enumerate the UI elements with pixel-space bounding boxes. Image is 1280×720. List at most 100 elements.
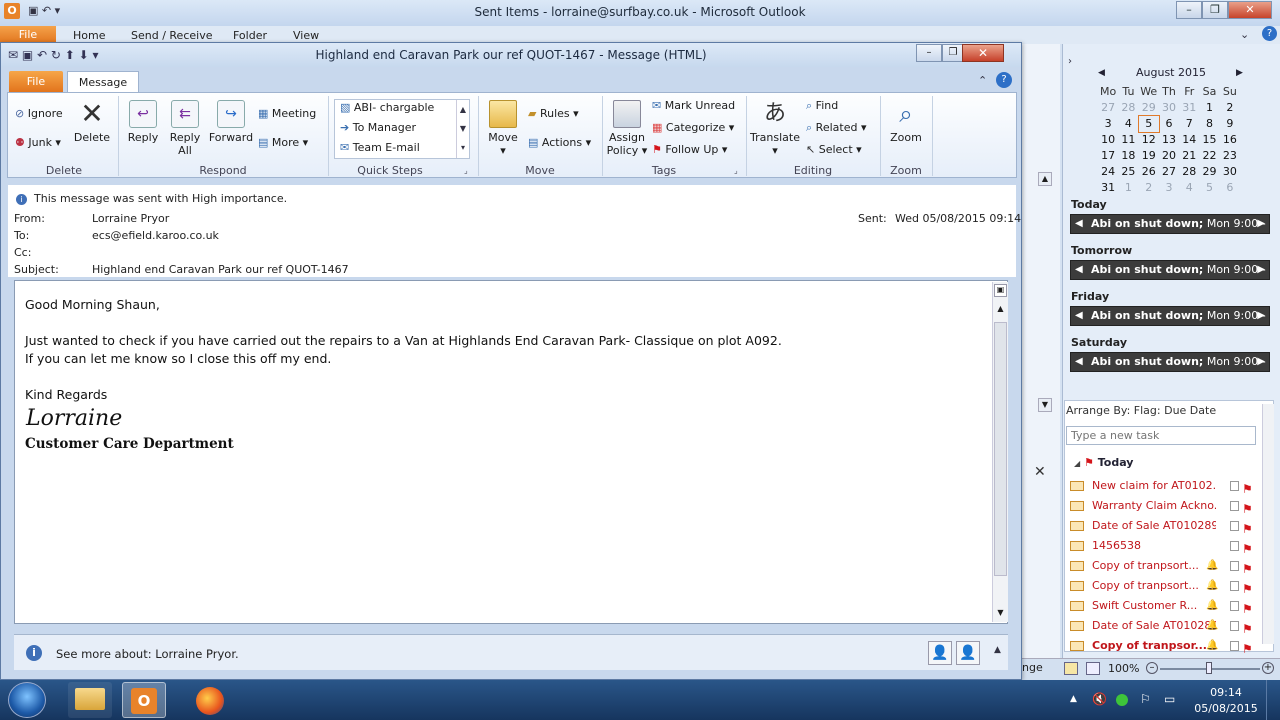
quick-step-team-email[interactable]: ✉ Team E-mail [340,141,420,154]
normal-view-icon[interactable] [1064,662,1078,675]
tab-folder[interactable]: Folder [233,29,267,42]
close-x-icon[interactable]: ✕ [1034,464,1046,480]
calendar-day[interactable]: 1 [1199,100,1219,116]
scroll-up-icon[interactable]: ▲ [994,304,1007,317]
related-button[interactable]: ⌕ Related ▾ [806,121,866,135]
task-category-box[interactable] [1230,641,1239,651]
dialog-launcher-icon[interactable]: ⌟ [734,166,738,175]
outlook-taskbar-icon[interactable]: O [122,682,166,718]
calendar-day[interactable]: 23 [1220,148,1240,164]
calendar-day[interactable]: 11 [1118,132,1138,148]
reply-all-button[interactable]: ⇇ Reply All [166,100,204,157]
task-item[interactable]: New claim for AT0102... ⚑ [1068,476,1258,496]
calendar-day[interactable]: 3 [1098,116,1118,132]
meeting-button[interactable]: ▦ Meeting [258,107,316,120]
calendar-day[interactable]: 6 [1159,116,1179,132]
actions-button[interactable]: ▤ Actions ▾ [528,136,591,149]
task-category-box[interactable] [1230,621,1239,631]
flag-icon[interactable]: ⚑ [1242,639,1253,659]
select-button[interactable]: ↖ Select ▾ [806,143,862,156]
calendar-day[interactable]: 24 [1098,164,1118,180]
dialog-launcher-icon[interactable]: ⌟ [464,166,468,175]
calendar-day[interactable]: 15 [1199,132,1219,148]
calendar-day[interactable]: 25 [1118,164,1138,180]
minimize-ribbon-icon[interactable]: ⌃ [978,74,987,87]
calendar-day[interactable]: 30 [1159,100,1179,116]
task-item[interactable]: Copy of tranpsort... 🔔 ⚑ [1068,556,1258,576]
calendar-day[interactable]: 27 [1098,100,1118,116]
task-item[interactable]: Warranty Claim Ackno... ⚑ [1068,496,1258,516]
calendar-day[interactable]: 2 [1220,100,1240,116]
calendar-day[interactable]: 26 [1139,164,1159,180]
scroll-down-icon[interactable]: ▼ [1038,398,1052,412]
see-more-about-link[interactable]: See more about: Lorraine Pryor. [56,647,239,661]
tab-send-receive[interactable]: Send / Receive [131,29,212,42]
message-options-icon[interactable]: ▣ [994,284,1007,297]
arrange-by-header[interactable]: Arrange By: Flag: Due Date [1066,404,1256,417]
junk-button[interactable]: ⚉ Junk ▾ [15,136,61,149]
task-category-box[interactable] [1230,561,1239,571]
move-button[interactable]: Move ▾ [484,100,522,157]
importance-info-bar[interactable]: i This message was sent with High import… [16,192,287,205]
clock-time[interactable]: 09:14 [1196,686,1256,699]
show-hidden-icons[interactable]: ▲ [1070,694,1077,704]
calendar-day[interactable]: 28 [1179,164,1199,180]
calendar-day[interactable]: 5 [1137,115,1160,133]
quick-step-abi-chargable[interactable]: ▧ ABI- chargable [340,101,434,114]
task-item[interactable]: Copy of tranpsort... 🔔 ⚑ [1068,576,1258,596]
start-button[interactable] [8,682,46,718]
appointment-tomorrow[interactable]: ◀ Abi on shut down; Mon 9:00 - ▶ [1070,260,1270,280]
follow-up-button[interactable]: ⚑ Follow Up ▾ [652,143,727,156]
msg-tab-file[interactable]: File [9,71,63,92]
calendar-day[interactable]: 16 [1220,132,1240,148]
calendar-day[interactable]: 30 [1220,164,1240,180]
reply-button[interactable]: ↩ Reply [124,100,162,144]
calendar-day[interactable]: 3 [1159,180,1179,196]
calendar-day[interactable]: 27 [1159,164,1179,180]
calendar-day[interactable]: 6 [1220,180,1240,196]
zoom-button[interactable]: ⌕ Zoom [886,100,926,144]
calendar-day[interactable]: 18 [1118,148,1138,164]
person-icon[interactable]: 👤 [928,641,952,665]
appointment-today[interactable]: ◀ Abi on shut down; Mon 9:00 - ▶ [1070,214,1270,234]
task-item[interactable]: Date of Sale AT010289... ⚑ [1068,516,1258,536]
from-value[interactable]: Lorraine Pryor [92,212,169,225]
zoom-in-icon[interactable]: + [1262,662,1274,674]
calendar-day[interactable]: 7 [1179,116,1199,132]
calendar-day[interactable]: 28 [1118,100,1138,116]
msg-minimize-button[interactable]: – [916,44,942,62]
quick-steps-scroll[interactable]: ▲ ▼ ▾ [456,100,469,158]
appointment-friday[interactable]: ◀ Abi on shut down; Mon 9:00 - ▶ [1070,306,1270,326]
task-category-box[interactable] [1230,601,1239,611]
task-category-box[interactable] [1230,521,1239,531]
new-task-input[interactable] [1066,426,1256,445]
body-scrollbar[interactable]: ▣ ▲ ▼ [992,282,1008,622]
calendar-day[interactable]: 5 [1199,180,1219,196]
more-button[interactable]: ▤ More ▾ [258,136,308,149]
tab-home[interactable]: Home [73,29,105,42]
task-item[interactable]: Swift Customer R... 🔔 ⚑ [1068,596,1258,616]
calendar-day[interactable]: 2 [1139,180,1159,196]
person-icon[interactable]: 👤 [956,641,980,665]
task-category-box[interactable] [1230,541,1239,551]
minimize-button[interactable]: – [1176,1,1202,19]
volume-icon[interactable]: 🔇 [1092,692,1107,706]
network-status-icon[interactable] [1116,694,1128,706]
display-tray-icon[interactable]: ▭ [1164,692,1175,706]
calendar-day[interactable]: 31 [1098,180,1118,196]
calendar-day[interactable]: 29 [1199,164,1219,180]
calendar-day[interactable]: 10 [1098,132,1118,148]
expand-people-pane-icon[interactable]: ▲ [994,645,1001,655]
calendar-day[interactable]: 13 [1159,132,1179,148]
flag-tray-icon[interactable]: ⚐ [1140,692,1151,706]
task-scrollbar[interactable] [1262,404,1274,644]
zoom-slider-thumb[interactable] [1206,662,1212,674]
msg-maximize-button[interactable]: ❐ [942,44,964,62]
forward-button[interactable]: ↪ Forward [208,100,254,144]
calendar-day[interactable]: 31 [1179,100,1199,116]
task-category-box[interactable] [1230,581,1239,591]
calendar-day[interactable]: 4 [1118,116,1138,132]
categorize-button[interactable]: ▦ Categorize ▾ [652,121,734,134]
calendar-day[interactable]: 21 [1179,148,1199,164]
task-item[interactable]: 1456538 ⚑ [1068,536,1258,556]
